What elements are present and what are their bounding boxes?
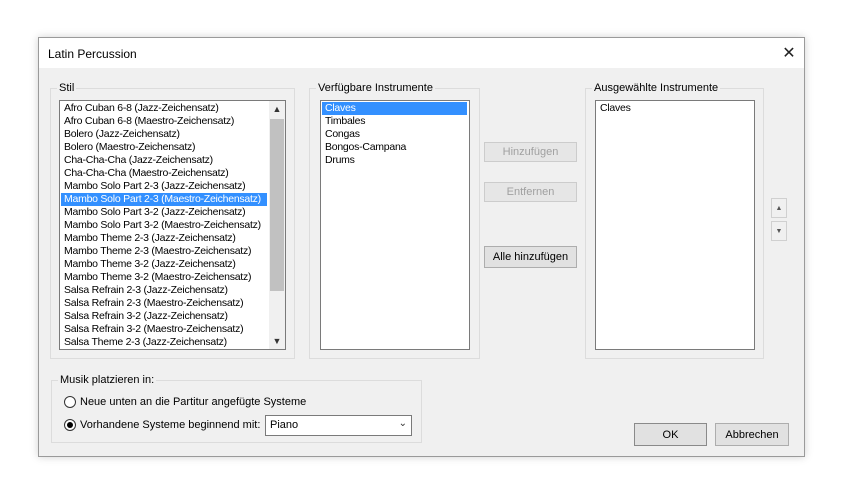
list-item[interactable]: Salsa Refrain 3-2 (Maestro-Zeichensatz) [61,323,267,336]
latin-percussion-dialog: Latin Percussion ✕ Stil Afro Cuban 6-8 (… [38,37,805,457]
list-item[interactable]: Salsa Refrain 2-3 (Maestro-Zeichensatz) [61,297,267,310]
radio-existing-systems[interactable] [64,419,76,431]
verfuegbar-list: Claves Timbales Congas Bongos-Campana Drums [322,102,467,167]
list-item[interactable]: Claves [322,102,467,115]
stil-scrollbar[interactable]: ▲ ▼ [269,101,285,349]
system-select[interactable]: Piano ⌄ [265,415,412,436]
stil-label: Stil [57,82,77,95]
ausgewaehlt-group: Ausgewählte Instrumente Claves [585,82,764,359]
chevron-down-icon: ⌄ [398,418,407,429]
musik-label: Musik platzieren in: [58,374,157,387]
entfernen-button[interactable]: Entfernen [484,182,577,202]
ausgewaehlt-label: Ausgewählte Instrumente [592,82,721,95]
scroll-up-icon[interactable]: ▲ [269,101,285,117]
verfuegbar-label: Verfügbare Instrumente [316,82,435,95]
radio-existing-systems-label[interactable]: Vorhandene Systeme beginnend mit: [80,419,260,431]
list-item[interactable]: Congas [322,128,467,141]
list-item[interactable]: Mambo Solo Part 3-2 (Jazz-Zeichensatz) [61,206,267,219]
list-item[interactable]: Bolero (Jazz-Zeichensatz) [61,128,267,141]
list-item[interactable]: Afro Cuban 6-8 (Maestro-Zeichensatz) [61,115,267,128]
alle-hinzufuegen-button[interactable]: Alle hinzufügen [484,246,577,268]
list-item[interactable]: Bolero (Maestro-Zeichensatz) [61,141,267,154]
list-item[interactable]: Mambo Solo Part 2-3 (Maestro-Zeichensatz… [61,193,267,206]
musik-group: Musik platzieren in: Neue unten an die P… [51,374,422,443]
close-icon[interactable]: ✕ [774,38,804,68]
ausgewaehlt-listbox[interactable]: Claves [595,100,755,350]
radio-new-systems-label[interactable]: Neue unten an die Partitur angefügte Sys… [80,396,306,408]
system-select-value: Piano [270,419,299,431]
stil-listbox[interactable]: Afro Cuban 6-8 (Jazz-Zeichensatz) Afro Cu… [59,100,286,350]
stil-group: Stil Afro Cuban 6-8 (Jazz-Zeichensatz) Af… [50,82,295,359]
scroll-down-icon[interactable]: ▼ [269,333,285,349]
list-item[interactable]: Bongos-Campana [322,141,467,154]
scroll-thumb[interactable] [270,119,284,291]
list-item[interactable]: Mambo Solo Part 3-2 (Maestro-Zeichensatz… [61,219,267,232]
verfuegbar-group: Verfügbare Instrumente Claves Timbales Con… [309,82,480,359]
move-up-button[interactable]: ▲ [771,198,787,218]
title-bar: Latin Percussion ✕ [39,38,804,68]
list-item[interactable]: Mambo Theme 3-2 (Jazz-Zeichensatz) [61,258,267,271]
dialog-title: Latin Percussion [48,47,137,61]
radio-new-systems[interactable] [64,396,76,408]
move-down-icon: ▼ [775,227,783,235]
abbrechen-button[interactable]: Abbrechen [715,423,789,446]
list-item[interactable]: Mambo Solo Part 2-3 (Jazz-Zeichensatz) [61,180,267,193]
list-item[interactable]: Cha-Cha-Cha (Jazz-Zeichensatz) [61,154,267,167]
move-down-button[interactable]: ▼ [771,221,787,241]
list-item[interactable]: Cha-Cha-Cha (Maestro-Zeichensatz) [61,167,267,180]
verfuegbar-listbox[interactable]: Claves Timbales Congas Bongos-Campana Drums [320,100,470,350]
stil-list: Afro Cuban 6-8 (Jazz-Zeichensatz) Afro Cu… [61,102,267,349]
move-up-icon: ▲ [775,204,783,212]
list-item[interactable]: Claves [597,102,752,115]
list-item[interactable]: Salsa Theme 2-3 (Jazz-Zeichensatz) [61,336,267,349]
ok-button[interactable]: OK [634,423,707,446]
list-item[interactable]: Mambo Theme 3-2 (Maestro-Zeichensatz) [61,271,267,284]
list-item[interactable]: Afro Cuban 6-8 (Jazz-Zeichensatz) [61,102,267,115]
list-item[interactable]: Mambo Theme 2-3 (Maestro-Zeichensatz) [61,245,267,258]
list-item[interactable]: Mambo Theme 2-3 (Jazz-Zeichensatz) [61,232,267,245]
list-item[interactable]: Drums [322,154,467,167]
hinzufuegen-button[interactable]: Hinzufügen [484,142,577,162]
list-item[interactable]: Salsa Refrain 2-3 (Jazz-Zeichensatz) [61,284,267,297]
list-item[interactable]: Salsa Refrain 3-2 (Jazz-Zeichensatz) [61,310,267,323]
list-item[interactable]: Timbales [322,115,467,128]
ausgewaehlt-list: Claves [597,102,752,115]
